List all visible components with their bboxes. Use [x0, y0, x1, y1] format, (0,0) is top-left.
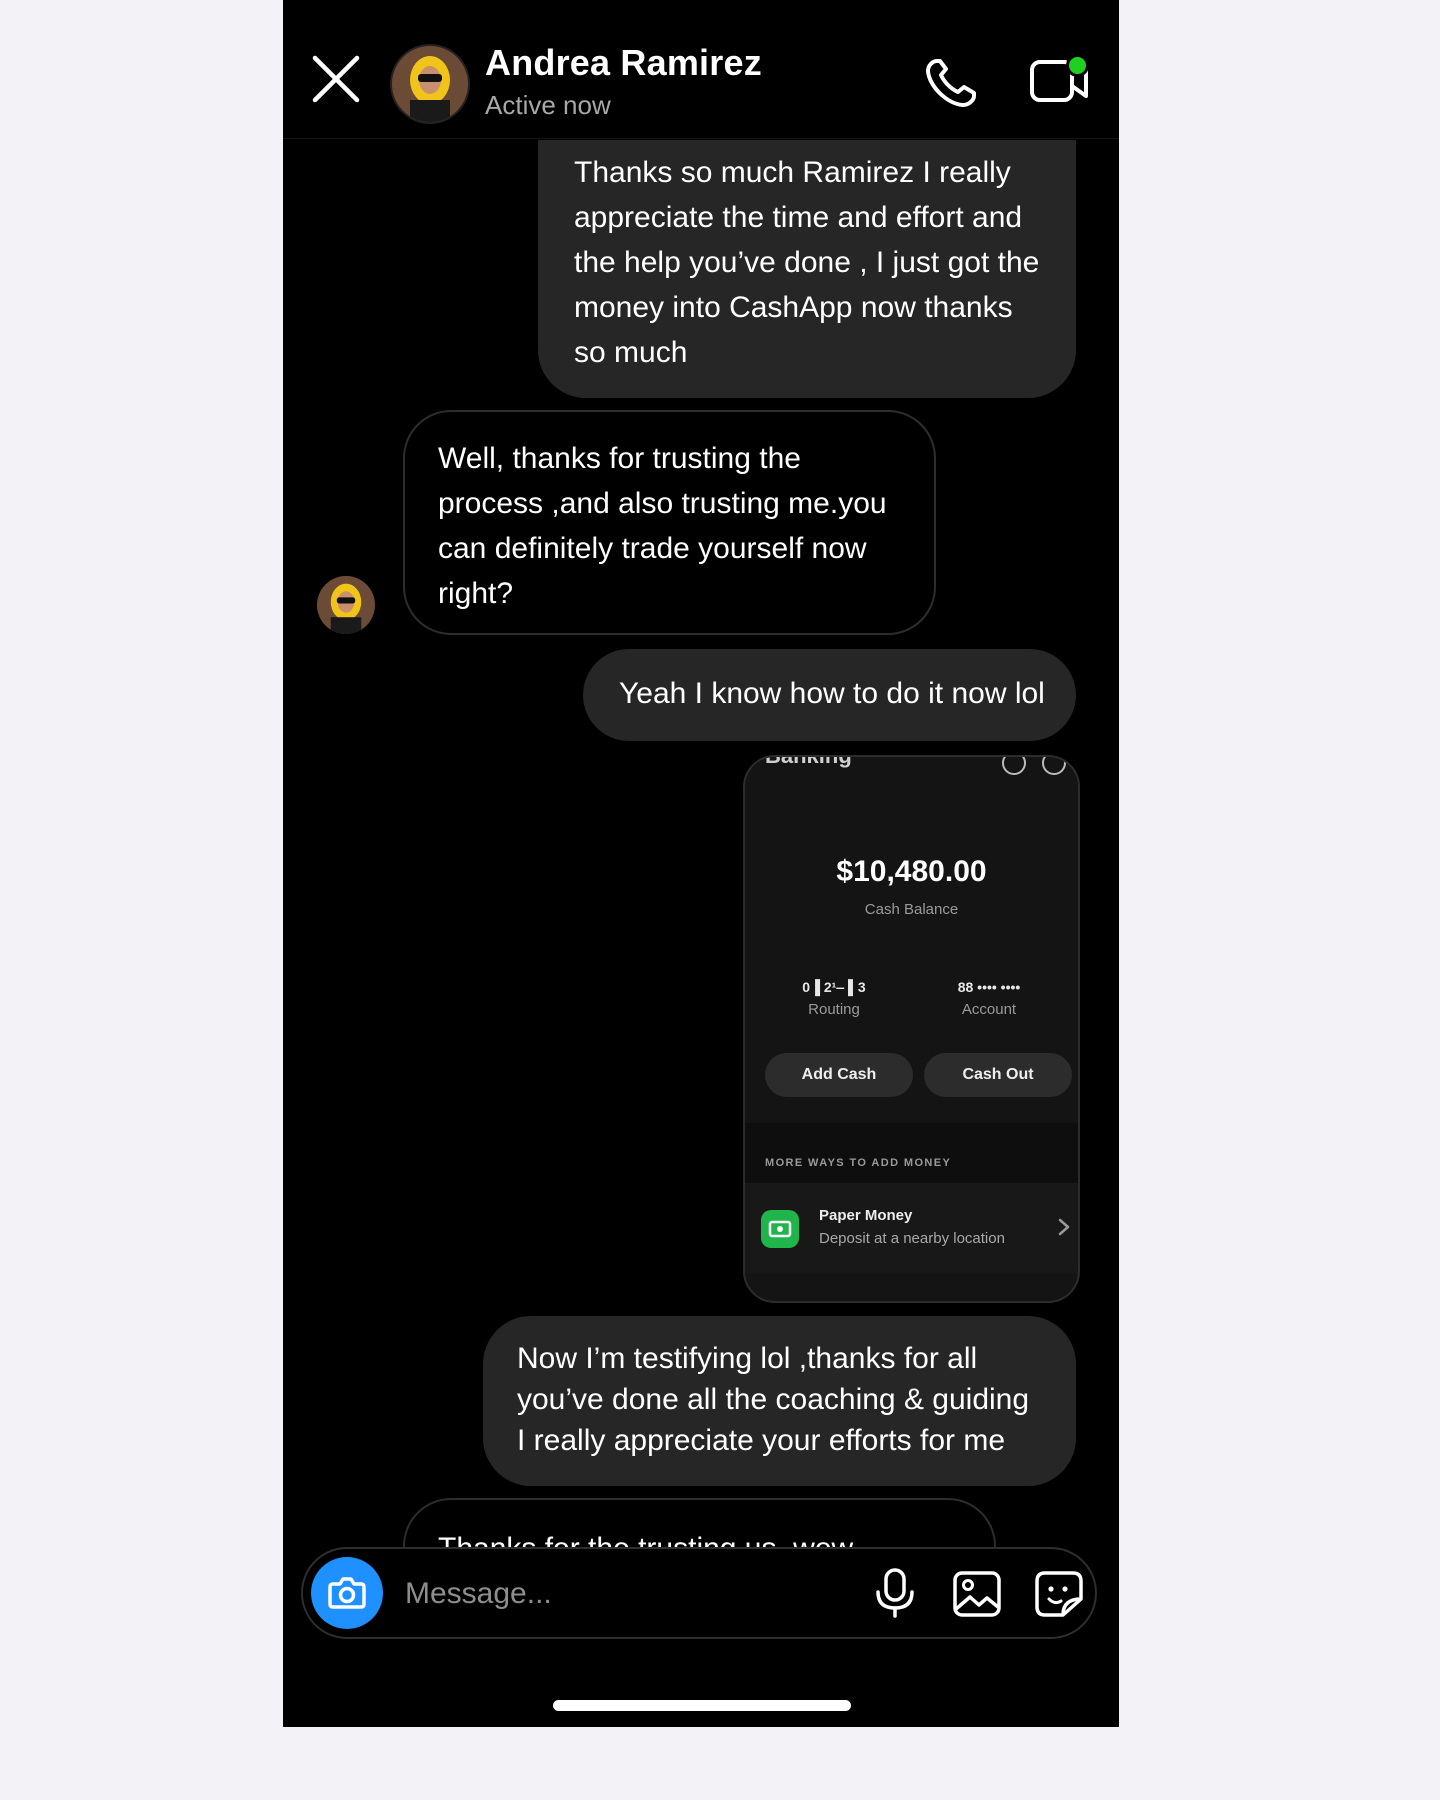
gallery-icon [953, 1571, 1001, 1617]
message-line: the help you’ve done , I just got the [574, 246, 1040, 279]
message-line: appreciate the time and effort and [574, 201, 1023, 234]
sent-message[interactable]: Thanks so much Ramirez I really apprecia… [538, 140, 1076, 398]
add-cash-button: Add Cash [765, 1053, 913, 1097]
message-line: so much [574, 336, 688, 369]
cash-balance-amount: $10,480.00 [836, 855, 987, 888]
section-label: MORE WAYS TO ADD MONEY [765, 1157, 952, 1169]
chevron-right-icon [1058, 1218, 1070, 1236]
account-label: Account [961, 1001, 1017, 1018]
cash-icon [761, 1210, 799, 1248]
avatar[interactable] [390, 44, 470, 124]
routing-number: 0▐ 2¹‒ ▌3 [802, 979, 866, 995]
online-indicator [1066, 54, 1089, 77]
message-line: can definitely trade yourself now [438, 532, 867, 565]
message-line: right? [438, 577, 514, 610]
message-line: Well, thanks for trusting the [438, 442, 801, 475]
contact-name[interactable]: Andrea Ramirez [485, 42, 762, 84]
message-input[interactable] [403, 1567, 747, 1621]
message-composer [301, 1547, 1097, 1639]
paper-money-title: Paper Money [819, 1207, 913, 1224]
active-status: Active now [485, 90, 611, 120]
audio-call-button[interactable] [923, 56, 981, 110]
account-number: 88 •••• •••• [957, 979, 1021, 995]
close-button[interactable] [309, 52, 363, 106]
section-divider [745, 1123, 1078, 1183]
message-line: you’ve done all the coaching & guiding [517, 1383, 1030, 1416]
cash-balance-label: Cash Balance [864, 901, 959, 918]
camera-button[interactable] [311, 1557, 383, 1629]
card-title: Banking [765, 755, 852, 768]
clock-icon [1002, 757, 1026, 775]
gallery-button[interactable] [951, 1569, 1003, 1619]
message-line: Yeah I know how to do it now lol [619, 677, 1045, 710]
message-line: Now I’m testifying lol ,thanks for all [517, 1342, 978, 1375]
message-line: I really appreciate your efforts for me [517, 1424, 1005, 1457]
paper-money-row: Paper Money Deposit at a nearby location [745, 1183, 1078, 1273]
sent-message[interactable]: Yeah I know how to do it now lol [583, 649, 1076, 741]
voice-message-button[interactable] [871, 1567, 919, 1619]
message-line: process ,and also trusting me.you [438, 487, 887, 520]
paper-money-subtitle: Deposit at a nearby location [819, 1230, 1005, 1247]
sent-message[interactable]: Now I’m testifying lol ,thanks for all y… [483, 1316, 1076, 1486]
phone-screen: Andrea Ramirez Active now Thanks so much… [283, 0, 1119, 1727]
received-message[interactable]: Well, thanks for trusting the process ,a… [403, 410, 936, 635]
microphone-icon [876, 1568, 914, 1618]
message-line: money into CashApp now thanks [574, 291, 1013, 324]
sticker-button[interactable] [1033, 1569, 1085, 1619]
shared-image[interactable]: Banking $10,480.00 Cash Balance 0▐ 2¹‒ ▌… [743, 755, 1080, 1303]
cash-out-button: Cash Out [924, 1053, 1072, 1097]
sender-avatar[interactable] [317, 576, 375, 634]
camera-icon [328, 1577, 366, 1609]
sticker-icon [1035, 1571, 1083, 1617]
chat-header: Andrea Ramirez Active now [283, 0, 1119, 139]
message-line: Thanks so much Ramirez I really [574, 156, 1011, 189]
profile-icon [1042, 757, 1066, 775]
phone-icon [926, 59, 976, 107]
close-icon [312, 55, 360, 103]
composer-background [283, 1630, 1119, 1727]
routing-label: Routing [808, 1001, 860, 1018]
home-indicator [553, 1700, 851, 1711]
